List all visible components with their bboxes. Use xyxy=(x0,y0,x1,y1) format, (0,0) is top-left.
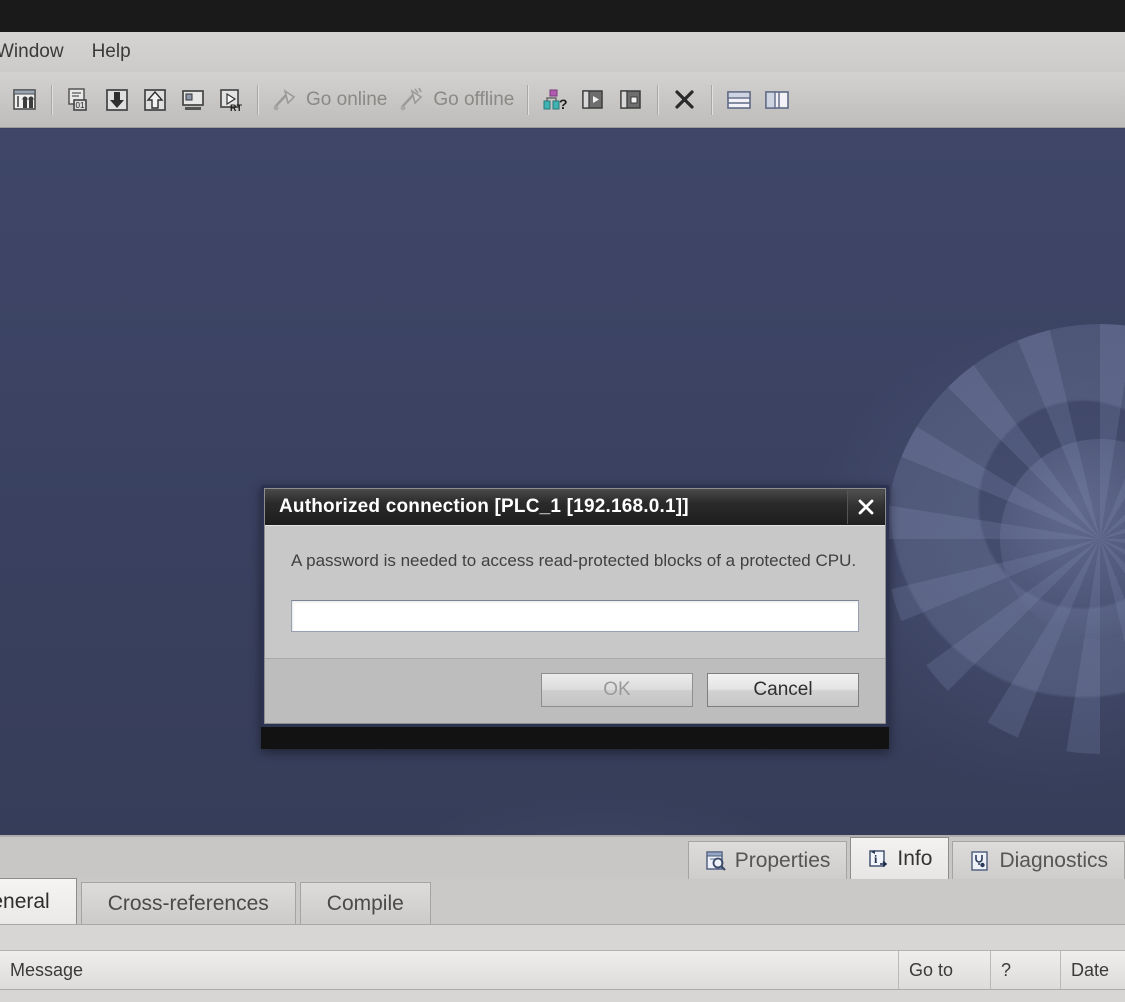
split-vertical-button[interactable] xyxy=(760,83,794,117)
window-title-bar xyxy=(0,0,1125,33)
column-message[interactable]: Message xyxy=(0,951,899,989)
tab-info-label: Info xyxy=(897,846,933,870)
subtab-cross-references[interactable]: Cross-references xyxy=(80,882,296,924)
go-online-icon xyxy=(273,88,296,110)
toolbar-separator-5 xyxy=(711,84,714,115)
tia-portal-window: Window Help 01 RT Go online Go offline ?… xyxy=(0,0,1125,1002)
close-x-icon xyxy=(675,89,694,109)
message-table-header: Message Go to ? Date xyxy=(0,950,1125,990)
download-device-icon: 01 xyxy=(68,87,87,111)
compile-icon xyxy=(13,88,36,110)
upload-arrow-icon xyxy=(144,88,166,111)
online-help-button[interactable]: ? xyxy=(538,83,572,117)
diagnostics-icon xyxy=(971,850,989,871)
password-field-wrapper[interactable] xyxy=(291,600,859,633)
runtime-rt-icon: RT xyxy=(220,88,242,113)
properties-icon xyxy=(705,850,726,871)
info-icon: i xyxy=(869,849,888,867)
tab-diagnostics-label: Diagnostics xyxy=(999,848,1108,872)
column-go-to[interactable]: Go to xyxy=(899,951,991,989)
dialog-message: A password is needed to access read-prot… xyxy=(291,551,857,570)
download-to-device-button[interactable]: 01 xyxy=(62,83,96,117)
svg-text:01: 01 xyxy=(76,101,85,110)
menu-help[interactable]: Help xyxy=(92,39,147,65)
go-offline-icon xyxy=(400,87,423,110)
ok-button[interactable]: OK xyxy=(541,673,693,708)
show-hide-editor-button[interactable] xyxy=(576,83,610,117)
close-all-button[interactable] xyxy=(668,83,702,117)
download-arrow-icon xyxy=(106,88,128,111)
tab-properties[interactable]: Properties xyxy=(687,841,848,879)
show-hide-inspector-button[interactable] xyxy=(614,83,648,117)
go-online-label[interactable]: Go online xyxy=(306,89,387,111)
tab-properties-label: Properties xyxy=(734,848,831,872)
split-horizontal-button[interactable] xyxy=(722,83,756,117)
split-vertical-icon xyxy=(765,90,790,109)
monitor-icon xyxy=(182,89,204,110)
dialog-bottom-shadow xyxy=(261,727,889,750)
dialog-title-bar: Authorized connection [PLC_1 [192.168.0.… xyxy=(265,489,885,525)
password-input[interactable] xyxy=(297,602,853,631)
tab-diagnostics[interactable]: Diagnostics xyxy=(952,841,1125,879)
go-offline-label[interactable]: Go offline xyxy=(433,89,514,111)
dialog-footer: OK Cancel xyxy=(265,658,885,724)
close-icon xyxy=(858,499,874,515)
compile-button[interactable] xyxy=(8,83,42,117)
toolbar-separator-2 xyxy=(257,84,259,115)
column-date[interactable]: Date xyxy=(1061,951,1125,989)
toolbar-separator-4 xyxy=(657,84,660,115)
inspector-subtab-row: General Cross-references Compile xyxy=(0,878,1125,925)
upload-button[interactable] xyxy=(138,83,172,117)
dialog-frame: Authorized connection [PLC_1 [192.168.0.… xyxy=(261,485,889,728)
go-online-button[interactable] xyxy=(268,83,302,117)
start-simulation-button[interactable] xyxy=(176,83,210,117)
inspector-panel: Properties i Info Diagnostics neral Cros… xyxy=(0,835,1125,1002)
svg-text:RT: RT xyxy=(230,103,242,113)
toolbar-separator-3 xyxy=(527,84,530,115)
toolbar-separator-1 xyxy=(51,84,53,115)
panel-square-icon xyxy=(620,89,642,109)
dialog-title: Authorized connection [PLC_1 [192.168.0.… xyxy=(279,496,689,517)
subtab-general[interactable]: General xyxy=(0,878,77,924)
hierarchy-question-icon: ? xyxy=(543,89,568,112)
tab-info[interactable]: i Info xyxy=(850,837,950,879)
panel-play-icon xyxy=(582,89,604,109)
inspector-tab-row: Properties i Info Diagnostics xyxy=(0,837,1125,879)
cancel-button[interactable]: Cancel xyxy=(707,673,859,708)
dialog-body: A password is needed to access read-prot… xyxy=(265,525,885,659)
subtab-compile[interactable]: Compile xyxy=(299,882,431,924)
split-horizontal-icon xyxy=(727,90,752,109)
column-help[interactable]: ? xyxy=(991,951,1061,989)
main-toolbar: 01 RT Go online Go offline ? xyxy=(0,72,1125,128)
dialog-close-button[interactable] xyxy=(847,490,884,524)
authorized-connection-dialog: Authorized connection [PLC_1 [192.168.0.… xyxy=(261,485,889,750)
svg-text:?: ? xyxy=(559,96,568,112)
inspector-content: Message Go to ? Date xyxy=(0,925,1125,1002)
download-button[interactable] xyxy=(100,83,134,117)
go-offline-button[interactable] xyxy=(395,83,429,117)
start-runtime-button[interactable]: RT xyxy=(214,83,248,117)
dialog-inner-frame: Authorized connection [PLC_1 [192.168.0.… xyxy=(264,488,886,725)
menu-bar: Window Help xyxy=(0,32,1125,72)
menu-window[interactable]: Window xyxy=(0,39,80,65)
